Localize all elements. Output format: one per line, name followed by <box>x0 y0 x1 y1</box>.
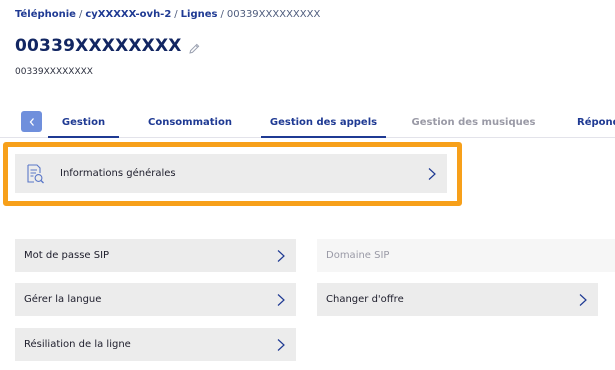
general-info-button[interactable]: Informations générales <box>15 154 447 193</box>
change-offer-label: Changer d'offre <box>326 294 404 305</box>
chevron-right-icon <box>579 293 587 306</box>
tab-consommation[interactable]: Consommation <box>144 108 236 138</box>
page-title: 00339XXXXXXXX <box>15 36 182 56</box>
sip-password-label: Mot de passe SIP <box>24 250 110 261</box>
chevron-right-icon <box>277 338 285 351</box>
breadcrumb: Téléphonie / cyXXXXX-ovh-2/Lignes/00339XXX… <box>15 9 320 20</box>
change-offer-button[interactable]: Changer d'offre <box>317 283 598 316</box>
tab-repondeur[interactable]: Répondeur <box>577 108 615 138</box>
tab-gestion-des-appels[interactable]: Gestion des appels <box>261 108 386 138</box>
page-subtitle: 00339XXXXXXXX <box>15 67 93 77</box>
breadcrumb-telephonie[interactable]: Téléphonie <box>15 9 76 20</box>
tab-bar: Gestion Consommation Gestion des appels … <box>0 108 615 138</box>
tab-gestion-des-musiques[interactable]: Gestion des musiques <box>410 108 537 138</box>
language-label: Gérer la langue <box>24 294 102 305</box>
tab-gestion[interactable]: Gestion <box>48 108 119 138</box>
document-search-icon <box>24 163 46 185</box>
breadcrumb-separator: / <box>220 9 224 20</box>
language-button[interactable]: Gérer la langue <box>15 283 296 316</box>
tab-scroll-left-button[interactable] <box>21 111 42 132</box>
chevron-right-icon <box>277 293 285 306</box>
breadcrumb-separator: / <box>174 9 178 20</box>
breadcrumb-current: 00339XXXXXXXXX <box>226 9 321 20</box>
sip-domain-button: Domaine SIP <box>317 239 615 272</box>
title-row: 00339XXXXXXXX <box>15 36 201 56</box>
chevron-right-icon <box>428 167 436 180</box>
sip-password-button[interactable]: Mot de passe SIP <box>15 239 296 272</box>
terminate-line-button[interactable]: Résiliation de la ligne <box>15 328 296 361</box>
chevron-right-icon <box>277 249 285 262</box>
terminate-line-label: Résiliation de la ligne <box>24 339 131 350</box>
general-info-label: Informations générales <box>60 168 176 179</box>
breadcrumb-account[interactable]: cyXXXXX-ovh-2 <box>85 9 171 20</box>
breadcrumb-separator: / <box>78 9 83 20</box>
pencil-icon[interactable] <box>188 40 201 54</box>
chevron-left-icon <box>29 117 34 126</box>
sip-domain-label: Domaine SIP <box>326 250 390 261</box>
breadcrumb-lignes[interactable]: Lignes <box>181 9 218 20</box>
